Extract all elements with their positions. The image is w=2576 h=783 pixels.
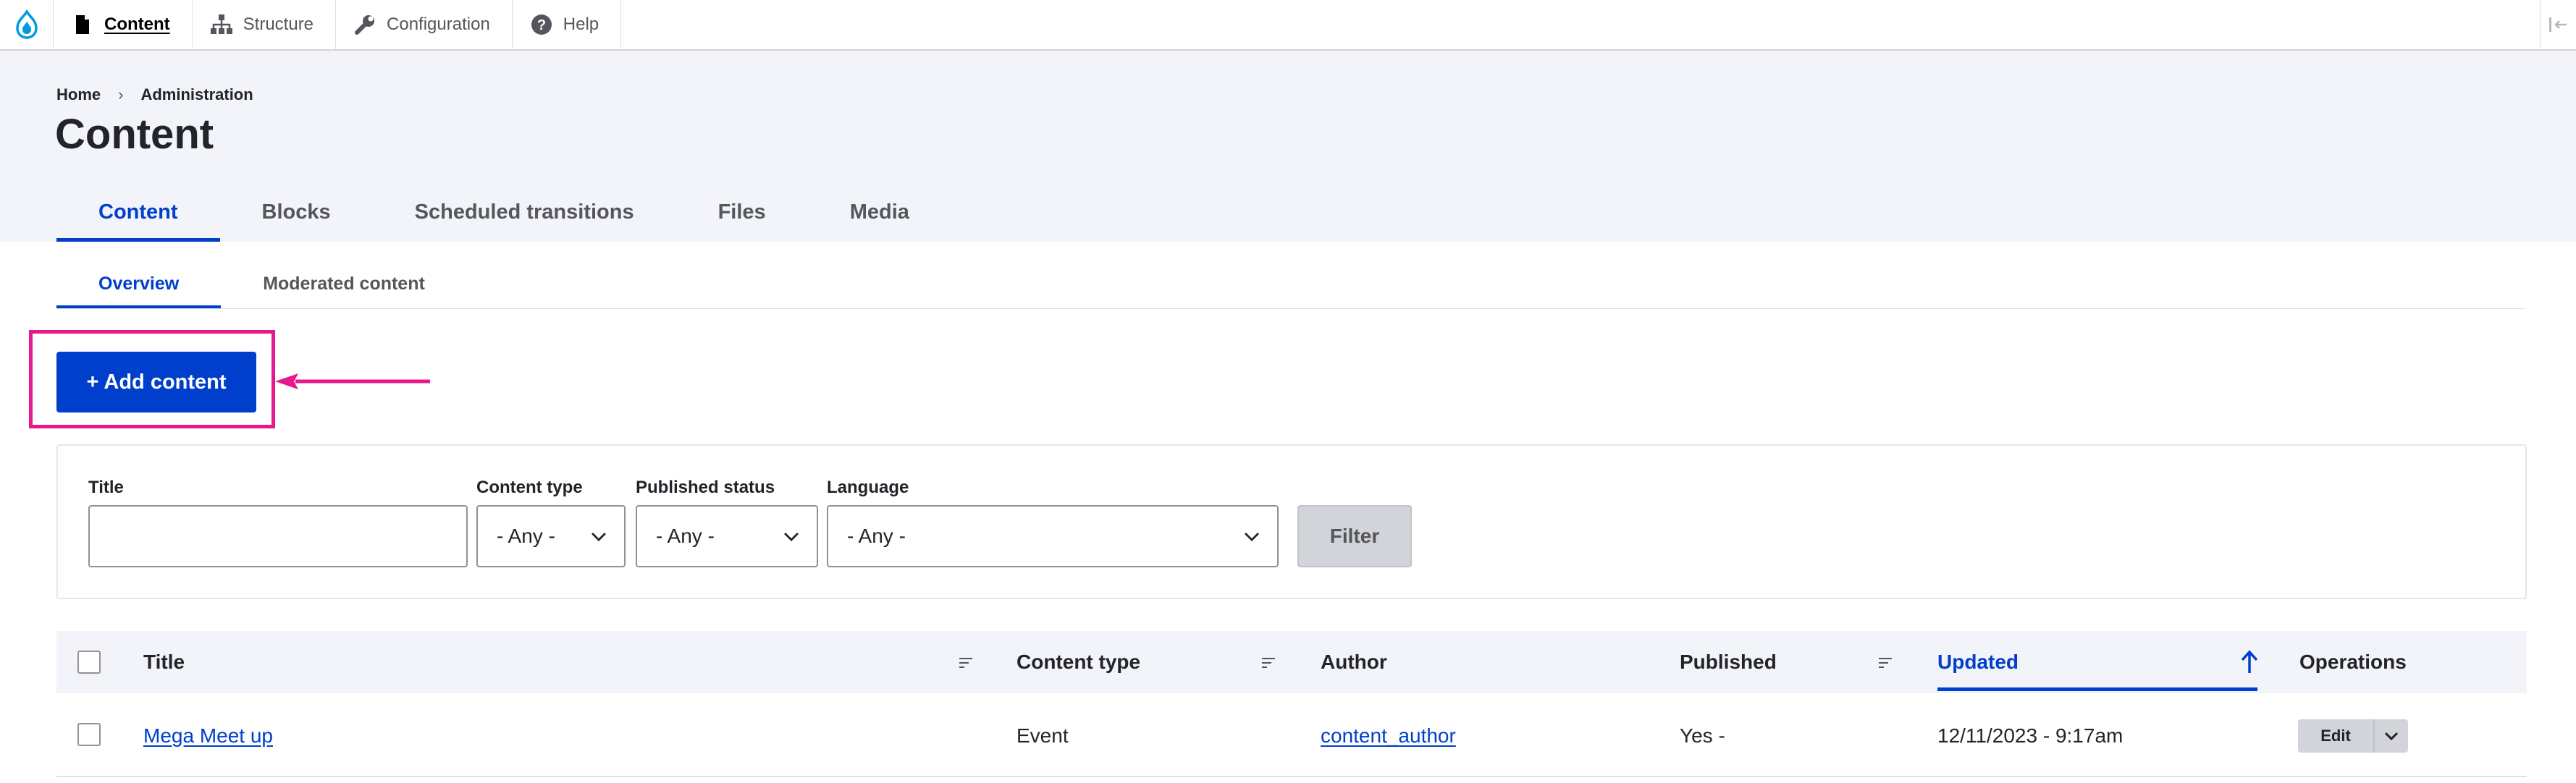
tab-media[interactable]: Media <box>808 182 951 242</box>
table-row-divider <box>56 776 2527 777</box>
sort-icon[interactable] <box>957 654 975 672</box>
edit-button[interactable]: Edit <box>2298 719 2373 753</box>
collapse-orientation-icon[interactable] <box>2540 0 2576 49</box>
file-icon <box>70 12 96 38</box>
chevron-down-icon <box>1245 533 1259 541</box>
column-header-title[interactable]: Title <box>143 631 185 693</box>
operations-dropbutton: Edit <box>2298 719 2408 753</box>
toolbar-item-structure[interactable]: Structure <box>193 0 337 49</box>
column-header-published[interactable]: Published <box>1680 631 1777 693</box>
breadcrumb-home[interactable]: Home <box>56 85 101 104</box>
operations-toggle[interactable] <box>2373 719 2408 753</box>
filter-button[interactable]: Filter <box>1297 505 1412 567</box>
chevron-down-icon <box>592 533 606 541</box>
tab-blocks[interactable]: Blocks <box>220 182 373 242</box>
chevron-down-icon <box>2384 732 2399 741</box>
primary-tabs: Content Blocks Scheduled transitions Fil… <box>56 182 951 242</box>
content-type-select-value: - Any - <box>497 525 555 547</box>
row-updated: 12/11/2023 - 9:17am <box>1937 724 2123 747</box>
content-type-filter-label: Content type <box>476 478 583 497</box>
tab-moderated-content[interactable]: Moderated content <box>221 259 467 308</box>
row-content-type: Event <box>1016 724 1069 747</box>
secondary-tabs: Overview Moderated content <box>56 259 467 308</box>
tab-files[interactable]: Files <box>676 182 808 242</box>
chevron-down-icon <box>784 533 799 541</box>
toolbar-item-label: Structure <box>243 14 314 34</box>
language-select[interactable]: - Any - <box>827 505 1279 567</box>
toolbar-item-content[interactable]: Content <box>54 0 193 49</box>
title-filter-input[interactable] <box>88 505 468 567</box>
toolbar-item-label: Content <box>104 14 170 34</box>
row-select-checkbox[interactable] <box>77 723 101 746</box>
tabs-divider <box>56 308 2525 309</box>
tab-scheduled-transitions[interactable]: Scheduled transitions <box>373 182 676 242</box>
page-title: Content <box>55 111 214 158</box>
admin-toolbar: Content Structure Configuration ? Help <box>0 0 2576 51</box>
toolbar-item-label: Help <box>563 14 599 34</box>
arrow-up-icon[interactable] <box>2240 650 2259 674</box>
column-header-updated[interactable]: Updated <box>1937 631 2019 693</box>
row-author-link[interactable]: content_author <box>1321 705 1456 767</box>
language-select-value: - Any - <box>847 525 906 547</box>
breadcrumb-separator: › <box>118 85 124 103</box>
column-header-author[interactable]: Author <box>1321 631 1387 693</box>
row-published: Yes - <box>1680 724 1725 747</box>
published-status-select-value: - Any - <box>656 525 715 547</box>
drupal-drop-icon[interactable] <box>0 0 54 49</box>
table-header <box>56 631 2527 693</box>
toolbar-item-label: Configuration <box>387 14 490 34</box>
row-title-link[interactable]: Mega Meet up <box>143 705 273 767</box>
language-filter-label: Language <box>827 478 909 497</box>
tab-content[interactable]: Content <box>56 182 220 242</box>
sitemap-icon <box>209 12 235 38</box>
breadcrumb: Home › Administration <box>56 85 253 104</box>
published-status-select[interactable]: - Any - <box>636 505 818 567</box>
add-content-button[interactable]: + Add content <box>56 352 256 412</box>
column-header-content-type[interactable]: Content type <box>1016 631 1140 693</box>
question-icon: ? <box>529 12 555 38</box>
sort-icon[interactable] <box>1877 654 1894 672</box>
title-filter-label: Title <box>88 478 124 497</box>
published-status-filter-label: Published status <box>636 478 775 497</box>
wrench-icon <box>352 12 378 38</box>
svg-text:?: ? <box>537 17 546 33</box>
select-all-checkbox[interactable] <box>77 651 101 674</box>
toolbar-item-help[interactable]: ? Help <box>513 0 622 49</box>
sorted-column-indicator <box>1937 687 2257 691</box>
sort-icon[interactable] <box>1260 654 1277 672</box>
tab-overview[interactable]: Overview <box>56 259 222 308</box>
content-type-select[interactable]: - Any - <box>476 505 626 567</box>
toolbar-item-configuration[interactable]: Configuration <box>336 0 513 49</box>
annotation-arrow-icon <box>275 373 430 389</box>
breadcrumb-administration[interactable]: Administration <box>140 85 253 104</box>
column-header-operations: Operations <box>2299 651 2407 673</box>
